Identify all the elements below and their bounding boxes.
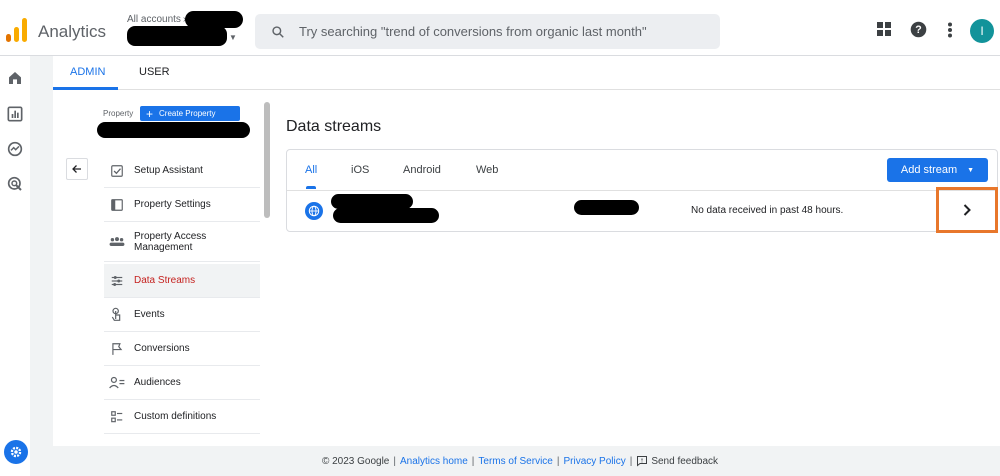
property-label: Property xyxy=(103,109,134,118)
nav-audiences[interactable]: Audiences xyxy=(104,366,260,400)
send-feedback-label: Send feedback xyxy=(651,455,719,467)
arrow-back-icon xyxy=(72,165,81,173)
nav-label: Property Settings xyxy=(134,199,211,210)
search-bar[interactable]: Try searching "trend of conversions from… xyxy=(255,14,720,49)
nav-custom-definitions[interactable]: Custom definitions xyxy=(104,400,260,434)
separator: | xyxy=(393,455,396,467)
terms-of-service-link[interactable]: Terms of Service xyxy=(478,456,552,467)
property-nav-scrollbar[interactable] xyxy=(264,102,270,218)
analytics-logo[interactable] xyxy=(6,18,28,42)
audience-icon xyxy=(104,376,130,390)
nav-label: Data Streams xyxy=(134,275,196,286)
page-title: Data streams xyxy=(286,118,382,135)
top-app-bar: Analytics All accounts › ▼ Try searching… xyxy=(0,0,1000,56)
custom-definitions-icon xyxy=(104,410,130,424)
redacted-property-selector[interactable] xyxy=(97,122,250,138)
account-avatar[interactable]: I xyxy=(970,19,994,43)
nav-label: Custom definitions xyxy=(134,411,217,422)
checkbox-icon xyxy=(104,164,130,178)
home-icon[interactable] xyxy=(7,70,23,86)
data-streams-card: All iOS Android Web Add stream ▼ No data… xyxy=(286,149,998,233)
all-accounts-link[interactable]: All accounts xyxy=(127,14,181,25)
nav-setup-assistant[interactable]: Setup Assistant xyxy=(104,154,260,188)
nav-label: Conversions xyxy=(134,343,190,354)
redacted-stream-id xyxy=(574,200,639,215)
advertising-icon[interactable] xyxy=(7,176,23,192)
app-name: Analytics xyxy=(38,22,107,41)
search-placeholder: Try searching "trend of conversions from… xyxy=(299,24,647,39)
add-stream-button[interactable]: Add stream ▼ xyxy=(887,158,988,182)
plus-icon: + xyxy=(146,106,154,121)
explore-icon[interactable] xyxy=(7,141,23,157)
people-icon xyxy=(104,236,130,248)
globe-icon xyxy=(305,202,323,220)
settings-page-icon xyxy=(104,198,130,212)
separator: | xyxy=(629,455,633,467)
help-icon[interactable]: ? xyxy=(910,21,927,38)
more-vert-icon[interactable] xyxy=(947,22,953,38)
tab-ios[interactable]: iOS xyxy=(351,164,369,176)
nav-label: Audiences xyxy=(134,377,181,388)
account-breadcrumb[interactable]: All accounts › xyxy=(127,14,186,25)
nav-data-streams[interactable]: Data Streams xyxy=(104,264,260,298)
create-property-button[interactable]: + Create Property xyxy=(140,106,240,121)
create-property-label: Create Property xyxy=(159,109,216,118)
nav-property-access[interactable]: Property Access Management xyxy=(104,222,260,262)
nav-property-settings[interactable]: Property Settings xyxy=(104,188,260,222)
tab-user[interactable]: USER xyxy=(139,66,170,78)
admin-user-tabs: ADMIN USER xyxy=(53,56,1000,90)
divider xyxy=(287,190,997,191)
property-dropdown-icon[interactable]: ▼ xyxy=(229,33,237,42)
separator: | xyxy=(471,455,475,467)
svg-text:?: ? xyxy=(915,24,921,36)
apps-grid-icon[interactable] xyxy=(877,22,891,36)
stream-status: No data received in past 48 hours. xyxy=(691,205,844,216)
touch-icon xyxy=(104,307,130,323)
search-icon xyxy=(272,25,284,38)
back-button[interactable] xyxy=(66,158,88,180)
footer: © 2023 Google | Analytics home | Terms o… xyxy=(0,446,1000,476)
separator: | xyxy=(556,455,560,467)
left-nav-rail xyxy=(0,56,30,476)
flag-icon xyxy=(104,342,130,356)
tab-web[interactable]: Web xyxy=(476,164,498,176)
add-stream-label: Add stream xyxy=(900,164,958,176)
nav-label: Property Access Management xyxy=(134,230,207,253)
send-feedback-button[interactable]: Send feedback xyxy=(636,455,718,467)
chevron-right-icon xyxy=(963,204,971,216)
nav-events[interactable]: Events xyxy=(104,298,260,332)
stream-detail-button[interactable] xyxy=(936,187,998,233)
redacted-property-name[interactable] xyxy=(127,26,227,46)
copyright-text: © 2023 Google xyxy=(321,455,390,467)
nav-label: Setup Assistant xyxy=(134,165,203,176)
redacted-stream-url xyxy=(333,208,439,223)
tab-android[interactable]: Android xyxy=(403,164,441,176)
redacted-stream-name xyxy=(331,194,413,209)
tab-admin[interactable]: ADMIN xyxy=(70,66,105,78)
tab-all[interactable]: All xyxy=(305,164,317,176)
privacy-policy-link[interactable]: Privacy Policy xyxy=(563,456,625,467)
analytics-home-link[interactable]: Analytics home xyxy=(400,456,468,467)
streams-icon xyxy=(104,274,130,288)
reports-icon[interactable] xyxy=(7,106,23,122)
feedback-icon xyxy=(637,456,648,467)
dropdown-arrow-icon: ▼ xyxy=(967,166,975,174)
nav-label: Events xyxy=(134,309,165,320)
active-filter-indicator xyxy=(306,186,316,189)
nav-conversions[interactable]: Conversions xyxy=(104,332,260,366)
